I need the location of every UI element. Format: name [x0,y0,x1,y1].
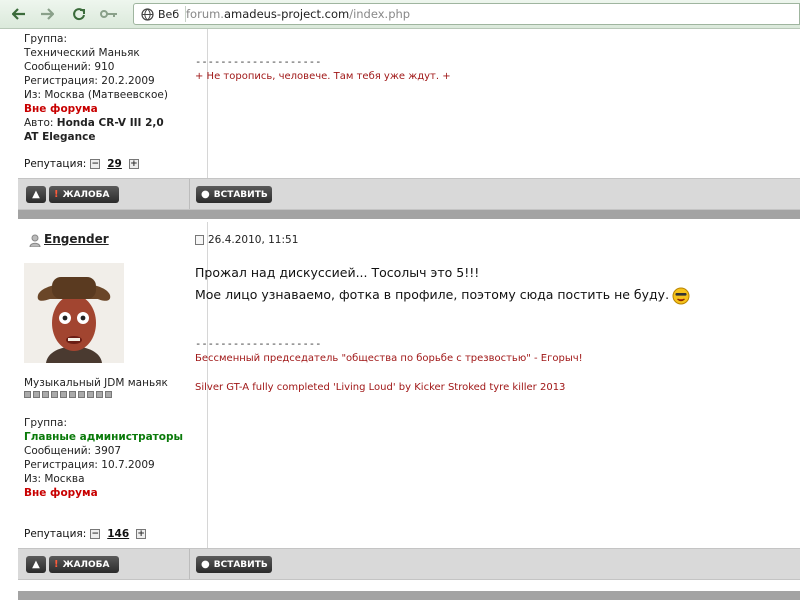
site-info-chip[interactable]: Веб [138,6,187,22]
rank-pip [87,391,94,398]
forum-page: Группа: Технический Маньяк Сообщений: 91… [18,29,800,600]
signature-text: Бессменный председатель "общества по бор… [195,353,583,364]
post-separator-strip [18,210,800,219]
signature-separator: -------------------- [195,56,322,68]
auto-value: Honda CR-V III 2,0 [56,117,164,129]
user-group-value: Технический Маньяк [24,47,140,59]
reload-icon [73,8,85,21]
user-registration-date: Регистрация: 20.2.2009 [24,75,155,87]
reputation-plus-button[interactable]: + [136,529,147,539]
url-text[interactable]: forum.amadeus-project.com/index.php [186,7,410,21]
insert-quote-button[interactable]: ● ВСТАВИТЬ [196,556,272,573]
insert-label: ВСТАВИТЬ [213,559,268,570]
report-button[interactable]: ! ЖАЛОБА [49,556,119,573]
user-group-value: Главные администраторы [24,431,183,443]
smiley-icon [672,287,690,304]
rank-pip [60,391,67,398]
up-arrow-icon: ▲ [32,559,40,570]
user-auto: Авто: Honda CR-V III 2,0 [24,116,164,130]
rank-pip [24,391,31,398]
report-label: ЖАЛОБА [62,189,110,200]
url-path: /index.php [349,7,411,21]
user-insert-icon: ● [201,189,210,200]
post-message-text: Мое лицо узнаваемо, фотка в профиле, поэ… [195,287,670,302]
avatar-image [24,263,124,363]
back-arrow-icon [12,8,25,20]
post-message-line: Мое лицо узнаваемо, фотка в профиле, поэ… [195,284,690,306]
user-rank-title: Музыкальный JDM маньяк [24,377,168,389]
post-separator-strip [18,591,800,600]
post-action-bar: ▲ ! ЖАЛОБА ● ВСТАВИТЬ [18,178,800,210]
post-date-text: 26.4.2010, 11:51 [208,234,299,246]
user-location: Из: Москва (Матвеевское) [24,89,168,101]
user-group-label: Группа: [24,33,67,45]
globe-icon [141,7,154,21]
signature-separator: -------------------- [195,338,322,350]
address-bar[interactable]: Веб forum.amadeus-project.com/index.php [133,3,800,25]
reputation-label: Репутация: [24,158,87,170]
reputation-value[interactable]: 146 [107,528,129,540]
reputation-plus-button[interactable]: + [128,159,139,169]
post-message-line: Прожал над дискуссией... Тосолыч это 5!!… [195,265,480,280]
reputation-row: Репутация: − 29 + [24,158,139,170]
key-button[interactable] [98,4,120,24]
user-group-label: Группа: [24,417,67,429]
insert-label: ВСТАВИТЬ [213,189,268,200]
url-prefix: forum. [186,7,224,21]
signature-text: + Не торопись, человече. Там тебя уже жд… [195,71,451,82]
post-date: 26.4.2010, 11:51 [195,234,298,246]
forward-arrow-icon [41,8,54,20]
user-online-status: Вне форума [24,103,98,115]
user-insert-icon: ● [201,559,210,570]
user-auto-continued: AT Elegance [24,131,96,143]
rank-pip [96,391,103,398]
post-action-bar: ▲ ! ЖАЛОБА ● ВСТАВИТЬ [18,548,800,580]
user-messages-count: Сообщений: 3907 [24,445,122,457]
back-button[interactable] [8,4,30,24]
user-messages-count: Сообщений: 910 [24,61,115,73]
user-online-status: Вне форума [24,487,98,499]
reload-button[interactable] [68,4,90,24]
scroll-top-button[interactable]: ▲ [26,186,46,203]
key-icon [100,10,117,18]
reputation-row: Репутация: − 146 + [24,528,147,540]
up-arrow-icon: ▲ [32,189,40,200]
signature-text: Silver GT-A fully completed 'Living Loud… [195,382,566,393]
rank-pip [78,391,85,398]
reputation-label: Репутация: [24,528,87,540]
insert-quote-button[interactable]: ● ВСТАВИТЬ [196,186,272,203]
scroll-top-button[interactable]: ▲ [26,556,46,573]
browser-toolbar: Веб forum.amadeus-project.com/index.php [0,0,800,29]
rank-pips [24,391,112,398]
post-link-icon[interactable] [195,235,204,245]
bar-separator [189,179,190,209]
alert-icon: ! [54,559,59,570]
reputation-value[interactable]: 29 [107,158,122,170]
rank-pip [42,391,49,398]
user-avatar [24,263,124,363]
rank-pip [69,391,76,398]
rank-pip [105,391,112,398]
rank-pip [51,391,58,398]
auto-label: Авто: [24,117,54,129]
bar-separator [189,549,190,579]
column-divider [207,29,208,178]
url-domain: amadeus-project.com [223,7,350,21]
user-location: Из: Москва [24,473,85,485]
alert-icon: ! [54,189,59,200]
post-header: Engender 26.4.2010, 11:51 [18,229,800,251]
reputation-minus-button[interactable]: − [90,159,101,169]
user-icon [29,234,41,247]
user-registration-date: Регистрация: 10.7.2009 [24,459,155,471]
report-button[interactable]: ! ЖАЛОБА [49,186,119,203]
reputation-minus-button[interactable]: − [90,529,101,539]
forward-button[interactable] [36,4,58,24]
report-label: ЖАЛОБА [62,559,110,570]
chip-label: Веб [158,7,180,21]
post-author-link[interactable]: Engender [44,232,109,246]
rank-pip [33,391,40,398]
